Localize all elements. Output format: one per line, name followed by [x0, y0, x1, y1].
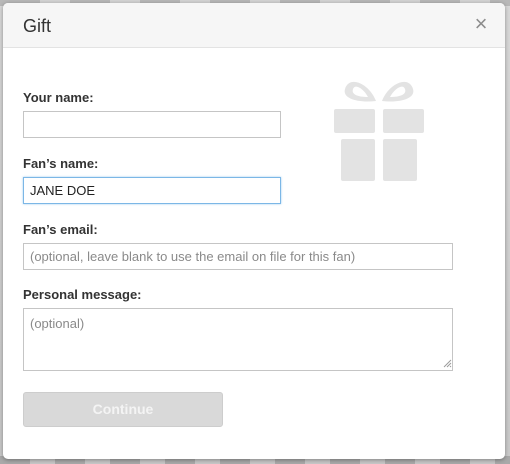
- gift-dialog: Gift × Your name: Fan’s name: Fan’s emai…: [3, 3, 505, 459]
- personal-message-label: Personal message:: [23, 287, 142, 302]
- your-name-label: Your name:: [23, 90, 94, 105]
- your-name-input[interactable]: [23, 111, 281, 138]
- fan-name-label: Fan’s name:: [23, 156, 99, 171]
- continue-button[interactable]: Continue: [23, 392, 223, 427]
- close-icon[interactable]: ×: [471, 13, 491, 35]
- fan-email-input[interactable]: [23, 243, 453, 270]
- personal-message-textarea[interactable]: [23, 308, 453, 371]
- gift-icon: [334, 81, 424, 181]
- fan-email-label: Fan’s email:: [23, 222, 98, 237]
- resize-grip-icon[interactable]: [443, 359, 452, 368]
- dialog-header: Gift ×: [3, 3, 505, 48]
- dialog-title: Gift: [23, 16, 52, 36]
- fan-name-input[interactable]: [23, 177, 281, 204]
